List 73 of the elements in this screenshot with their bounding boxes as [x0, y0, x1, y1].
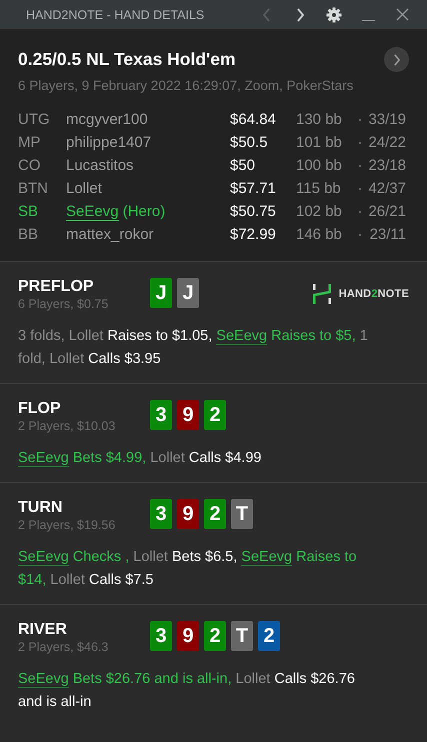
player-position: BTN	[18, 180, 49, 197]
playing-card: 3	[150, 499, 172, 529]
player-stack: $50.75	[230, 203, 277, 220]
player-link[interactable]: SeEevg	[18, 671, 69, 688]
player-name: Lollet	[66, 180, 103, 197]
player-stats: 33/19	[367, 111, 406, 128]
street-info: 2 Players, $46.3	[18, 640, 110, 654]
action-summary: SeEevg Checks , Lollet Bets $6.5, SeEevg Raises to $14, Lollet Calls $7.5	[18, 548, 358, 590]
player-position: SB	[18, 203, 40, 220]
player-stats: 26/21	[367, 203, 406, 220]
player-link[interactable]: SeEevg	[18, 549, 69, 566]
street-name: PREFLOP	[18, 278, 95, 296]
playing-card: 2	[258, 621, 280, 651]
street-name: TURN	[18, 499, 64, 517]
player-bb: 101 bb	[296, 134, 343, 151]
player-bb: 115 bb	[296, 180, 342, 197]
playing-card: 9	[177, 621, 199, 651]
action-summary: SeEevg Bets $4.99, Lollet Calls $4.99	[18, 449, 262, 469]
player-link[interactable]: SeEevg	[18, 450, 69, 467]
player-stats: 23/18	[367, 157, 406, 174]
player-name: mattex_rokor	[66, 226, 155, 243]
hand-title: 0.25/0.5 NL Texas Hold'em	[18, 49, 237, 70]
player-position: CO	[18, 157, 42, 174]
playing-card: 9	[177, 499, 199, 529]
player-bb: 102 bb	[296, 203, 343, 220]
playing-card: 9	[177, 400, 199, 430]
street-info: 2 Players, $10.03	[18, 419, 116, 433]
player-stack: $64.84	[230, 111, 277, 128]
playing-card: 3	[150, 621, 172, 651]
playing-card: 2	[204, 400, 226, 430]
player-position: UTG	[18, 111, 51, 128]
street-name: FLOP	[18, 400, 62, 418]
player-position: MP	[18, 134, 42, 151]
player-stats: 24/22	[367, 134, 406, 151]
player-link[interactable]: SeEevg	[216, 328, 268, 345]
chevron-right-icon	[392, 54, 400, 66]
street-name: RIVER	[18, 621, 68, 639]
player-bb: 146 bb	[296, 226, 343, 243]
player-bb: 130 bb	[296, 111, 343, 128]
player-bb: 100 bb	[296, 157, 343, 174]
player-link[interactable]: SeEevg	[66, 203, 119, 221]
playing-card: 2	[204, 499, 226, 529]
minimize-icon	[362, 20, 374, 22]
action-summary: 3 folds, Lollet Raises to $1.05, SeEevg Raises to $5, 1 fold, Lollet Calls $3.95	[18, 327, 369, 369]
player-stack: $50.5	[230, 134, 269, 151]
playing-card: 3	[150, 400, 172, 430]
player-stack: $72.99	[230, 226, 277, 243]
action-summary: SeEevg Bets $26.76 and is all-in, Lollet Calls $26.76 and is all-in	[18, 670, 356, 712]
hand-subtitle: 6 Players, 9 February 2022 16:29:07, Zoom, PokerStars	[18, 78, 354, 93]
playing-card: T	[231, 621, 253, 651]
chevron-right-icon	[296, 8, 304, 22]
playing-card: 2	[204, 621, 226, 651]
playing-card: J	[177, 278, 199, 308]
player-stack: $57.71	[230, 180, 277, 197]
brand-logo: HAND2NOTE	[312, 284, 409, 304]
playing-card: J	[150, 278, 172, 308]
settings-icon	[326, 6, 342, 22]
close-icon	[396, 8, 408, 21]
street-info: 2 Players, $19.56	[18, 518, 116, 532]
player-name: philippe1407	[66, 134, 152, 151]
chevron-left-icon	[262, 8, 270, 22]
player-stats: 23/11	[368, 226, 406, 243]
street-info: 6 Players, $0.75	[18, 297, 110, 311]
player-position: BB	[18, 226, 40, 243]
player-stats: 42/37	[367, 180, 406, 197]
player-name: mcgyver100	[66, 111, 149, 128]
window-title: HAND2NOTE - HAND DETAILS	[26, 8, 206, 22]
playing-card: T	[231, 499, 253, 529]
hero-tag: (Hero)	[122, 203, 166, 220]
player-stack: $50	[230, 157, 256, 174]
player-link[interactable]: SeEevg	[241, 549, 292, 566]
next-button[interactable]	[384, 47, 409, 72]
player-name: Lucastitos	[66, 157, 135, 174]
